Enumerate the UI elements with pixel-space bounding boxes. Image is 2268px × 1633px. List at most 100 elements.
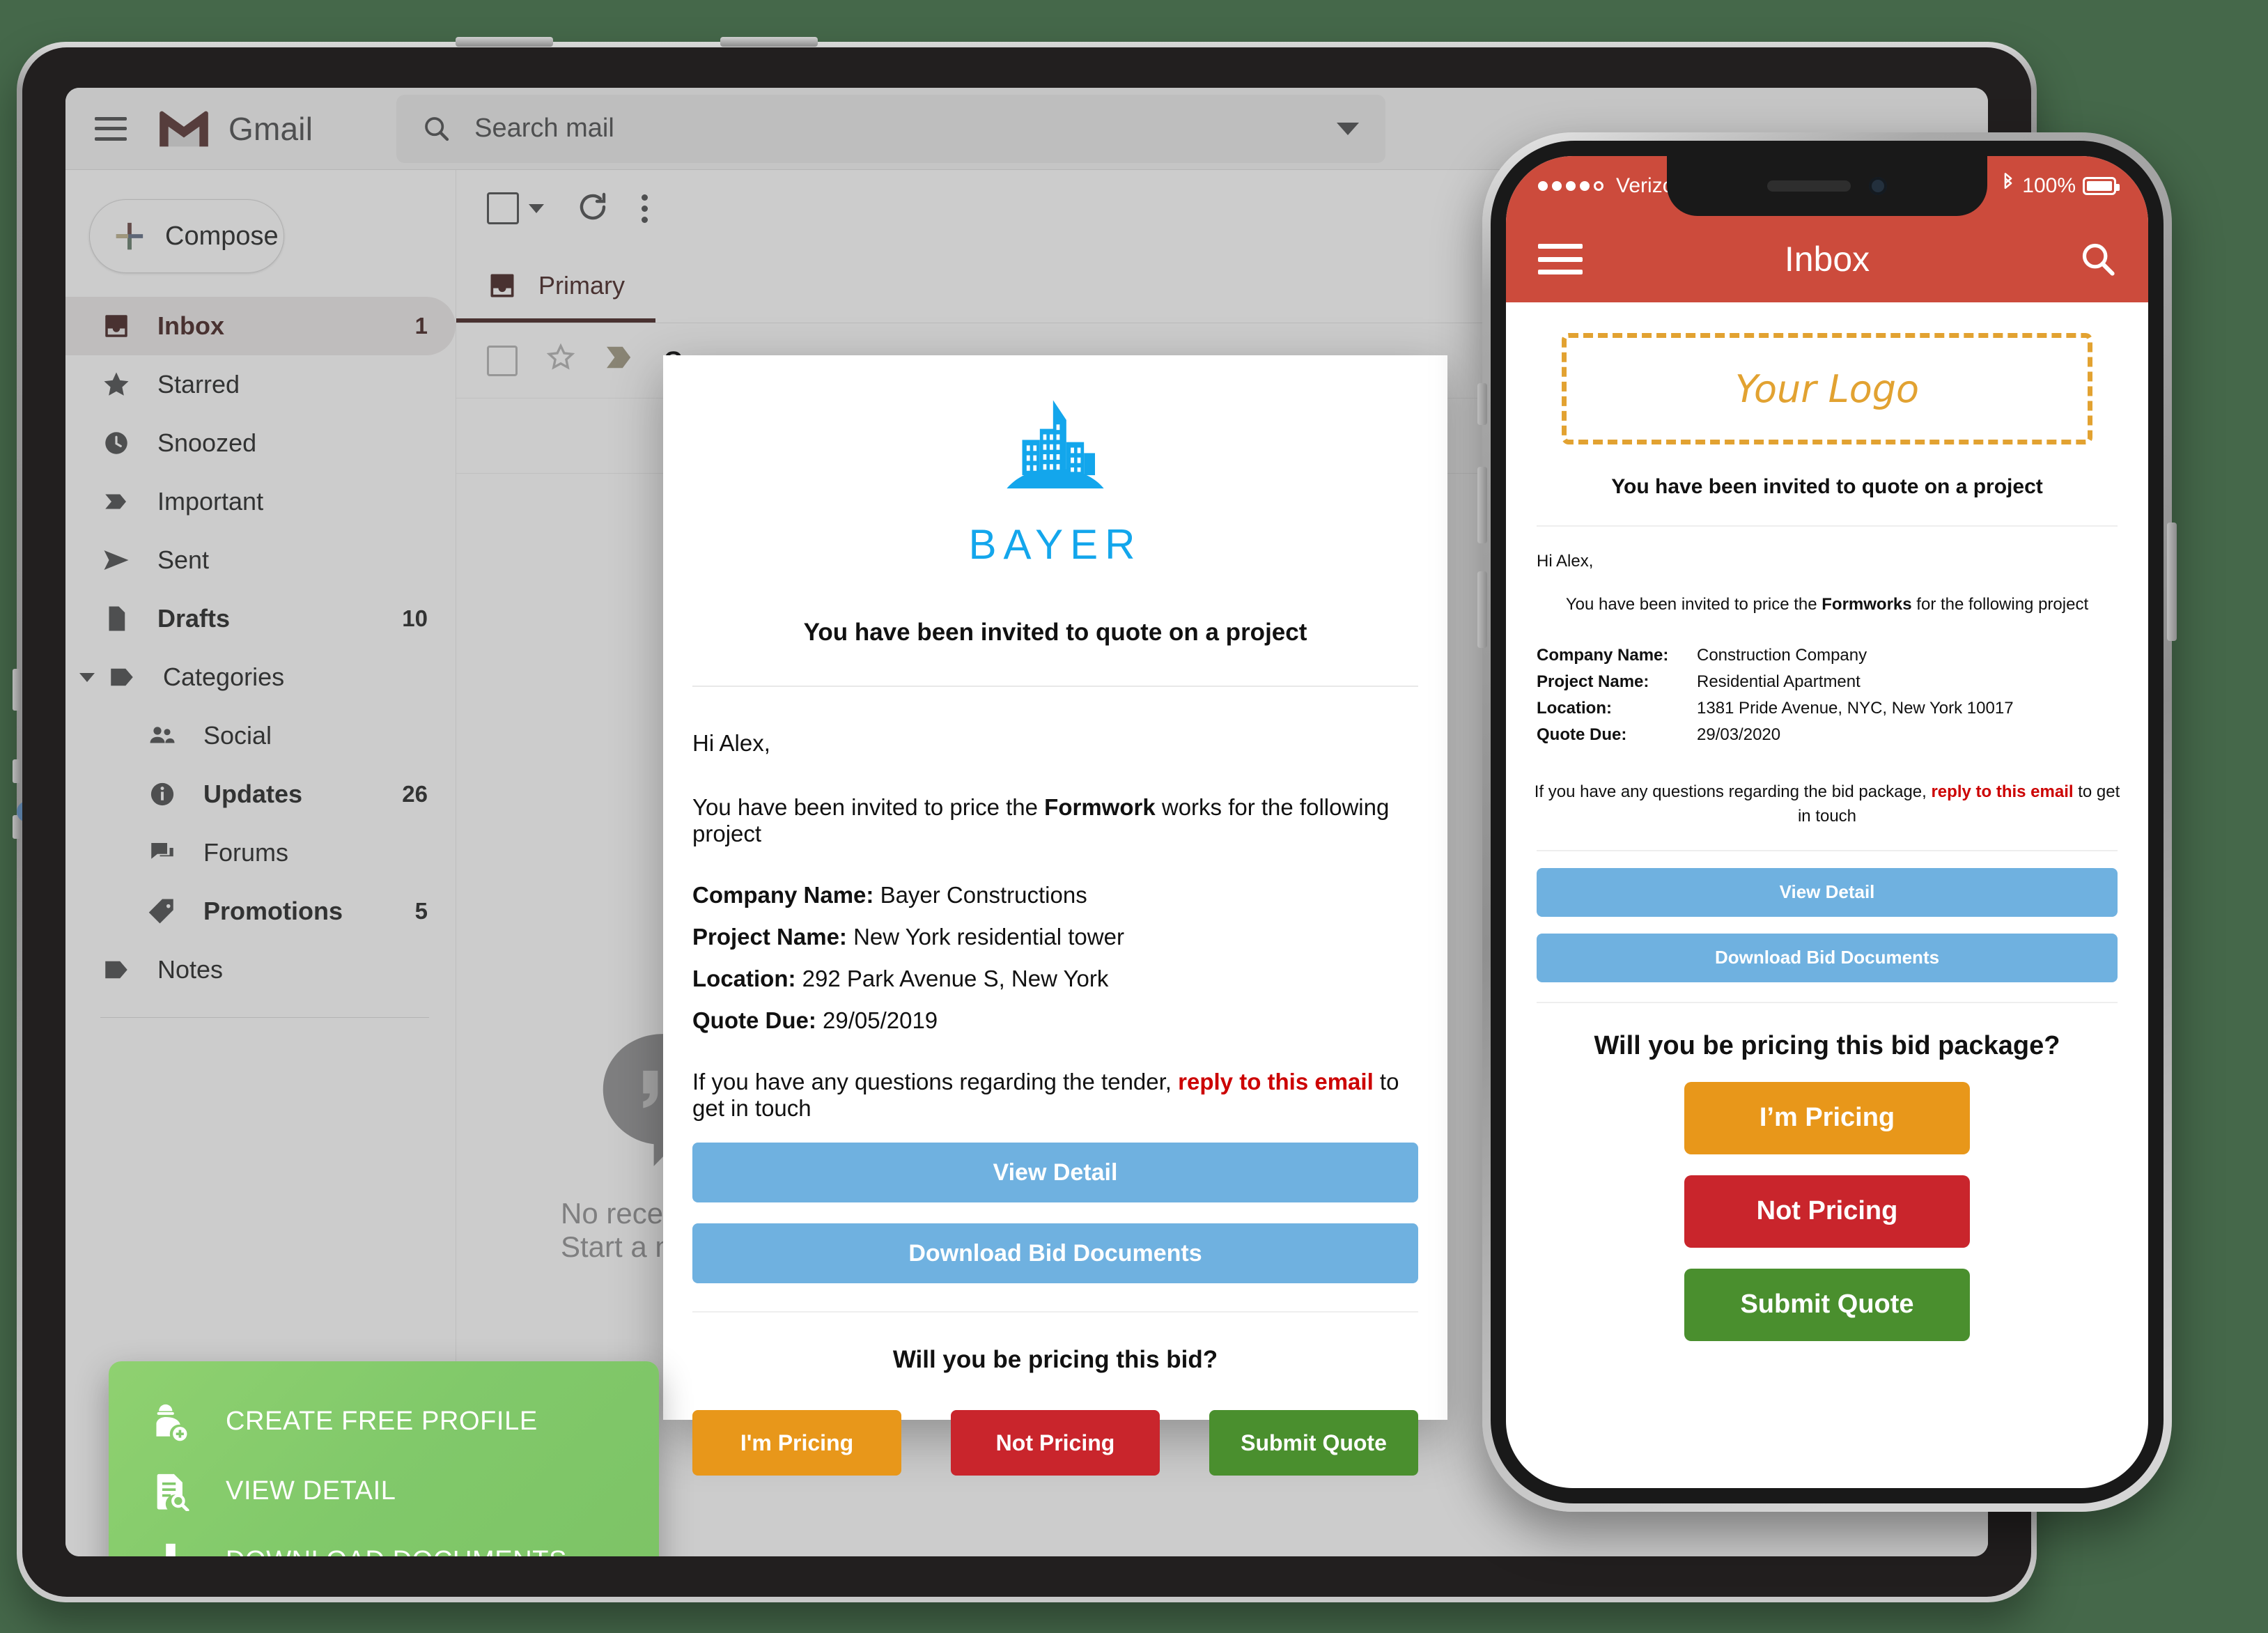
reply-to-email-link[interactable]: reply to this email: [1178, 1069, 1374, 1094]
view-detail-button[interactable]: View Detail: [692, 1143, 1418, 1202]
sidebar-item-forums[interactable]: Forums: [65, 823, 456, 882]
email-preview-card: BAYER You have been invited to quote on …: [663, 355, 1447, 1476]
field-value: Construction Company: [1697, 646, 1867, 665]
sidebar-item-social[interactable]: Social: [65, 706, 456, 765]
sidebar-item-starred[interactable]: Starred: [65, 355, 456, 414]
im-pricing-button[interactable]: I’m Pricing: [1684, 1081, 1970, 1154]
search-icon[interactable]: [2080, 241, 2116, 277]
sidebar-item-sent[interactable]: Sent: [65, 531, 456, 589]
sidebar-item-drafts[interactable]: Drafts 10: [65, 589, 456, 648]
phone-question-line: If you have any questions regarding the …: [1530, 780, 2125, 829]
sidebar-item-notes[interactable]: Notes: [65, 941, 456, 999]
label-icon: [100, 954, 132, 986]
logo-placeholder-label: Your Logo: [1734, 366, 1920, 411]
document-icon: [100, 603, 132, 635]
tablet-hardware-button-2[interactable]: [720, 37, 818, 47]
view-detail-button[interactable]: View Detail: [1537, 867, 2118, 917]
question-prefix: If you have any questions regarding the …: [1534, 782, 1932, 801]
refresh-icon[interactable]: [576, 190, 609, 227]
phone-pricing-question: Will you be pricing this bid package?: [1594, 1030, 2060, 1060]
gmail-m-icon: [157, 109, 210, 149]
im-pricing-button[interactable]: I'm Pricing: [692, 1410, 901, 1476]
field-company-name: Company Name: Bayer Constructions: [692, 882, 1418, 908]
chevron-down-icon[interactable]: [1337, 122, 1360, 135]
download-bid-documents-button[interactable]: Download Bid Documents: [692, 1223, 1418, 1283]
checkbox-icon[interactable]: [487, 192, 519, 224]
sidebar-item-label: Important: [157, 487, 264, 516]
inbox-icon: [100, 310, 132, 342]
earpiece-speaker-icon: [1767, 180, 1851, 192]
chevron-down-icon[interactable]: [529, 203, 544, 213]
field-value: 1381 Pride Avenue, NYC, New York 10017: [1697, 699, 2014, 718]
gmail-sidebar: Compose Inbox 1 Starred Snoozed Importan…: [65, 170, 456, 1556]
logo-placeholder: Your Logo: [1562, 333, 2092, 444]
phone-volume-up-button[interactable]: [1477, 467, 1487, 543]
sidebar-item-promotions[interactable]: Promotions 5: [65, 882, 456, 941]
bluetooth-icon: [2001, 173, 2015, 199]
not-pricing-button[interactable]: Not Pricing: [1684, 1175, 1970, 1248]
feature-create-free-profile[interactable]: CREATE FREE PROFILE: [149, 1386, 659, 1456]
compose-button[interactable]: Compose: [89, 199, 284, 273]
battery-percent-label: 100%: [2022, 174, 2076, 197]
not-pricing-button[interactable]: Not Pricing: [951, 1410, 1160, 1476]
phone-title: Inbox: [1784, 240, 1870, 279]
field-value: New York residential tower: [853, 924, 1124, 950]
sidebar-item-updates[interactable]: Updates 26: [65, 765, 456, 823]
hamburger-icon[interactable]: [1538, 244, 1583, 274]
label-icon: [106, 661, 138, 693]
field-value: Residential Apartment: [1697, 672, 1861, 691]
reply-to-email-link[interactable]: reply to this email: [1931, 782, 2073, 801]
front-camera-icon: [1869, 177, 1887, 195]
phone-app-bar: Inbox: [1506, 216, 2148, 302]
tag-icon: [146, 895, 178, 927]
chevron-down-icon[interactable]: [79, 672, 95, 682]
search-placeholder: Search mail: [474, 114, 614, 143]
field-key: Location:: [692, 966, 796, 991]
feature-view-detail[interactable]: VIEW DETAIL: [149, 1456, 659, 1526]
download-bid-documents-button[interactable]: Download Bid Documents: [1537, 933, 2118, 982]
phone-mute-switch[interactable]: [1477, 383, 1487, 425]
send-icon: [100, 544, 132, 576]
email-subject: You have been invited to quote on a proj…: [803, 619, 1307, 646]
kebab-menu-icon[interactable]: [642, 194, 648, 223]
email-logo: BAYER: [692, 396, 1418, 568]
feature-download-documents[interactable]: DOWNLOAD DOCUMENTS: [149, 1526, 659, 1556]
email-invite-line: You have been invited to price the Formw…: [692, 794, 1418, 847]
phone-volume-down-button[interactable]: [1477, 571, 1487, 648]
tablet-side-button-1[interactable]: [13, 669, 21, 711]
signal-dots-icon: [1538, 181, 1603, 191]
submit-quote-button[interactable]: Submit Quote: [1684, 1268, 1970, 1341]
field-value: 292 Park Avenue S, New York: [802, 966, 1109, 991]
phone-notch: [1667, 156, 1987, 216]
hamburger-icon[interactable]: [95, 116, 127, 141]
sidebar-item-count: 26: [402, 781, 428, 807]
sidebar-item-label: Starred: [157, 370, 240, 398]
tablet-side-button-2[interactable]: [13, 759, 21, 783]
star-outline-icon[interactable]: [545, 342, 576, 379]
important-marker-icon[interactable]: [604, 344, 636, 377]
tab-primary[interactable]: Primary: [456, 253, 655, 323]
field-quote-due: Quote Due: 29/03/2020: [1537, 722, 2014, 748]
submit-quote-button[interactable]: Submit Quote: [1209, 1410, 1418, 1476]
field-key: Location:: [1537, 699, 1612, 718]
gmail-brand-label: Gmail: [228, 110, 313, 147]
sidebar-item-snoozed[interactable]: Snoozed: [65, 414, 456, 472]
sidebar-item-important[interactable]: Important: [65, 472, 456, 531]
field-location: Location: 1381 Pride Avenue, NYC, New Yo…: [1537, 695, 2014, 722]
sidebar-divider: [100, 1017, 429, 1018]
tablet-hardware-button-1[interactable]: [456, 37, 553, 47]
sidebar-item-categories[interactable]: Categories: [65, 648, 456, 706]
search-input[interactable]: Search mail: [396, 94, 1386, 163]
email-logo-wordmark: BAYER: [968, 521, 1142, 568]
divider: [1537, 1001, 2118, 1003]
field-key: Project Name:: [692, 924, 847, 950]
phone-email-greeting: Hi Alex,: [1537, 552, 1594, 571]
worker-add-icon: [149, 1400, 192, 1443]
sidebar-item-count: 10: [402, 605, 428, 631]
phone-power-button[interactable]: [2167, 523, 2177, 641]
sidebar-item-inbox[interactable]: Inbox 1: [65, 297, 456, 355]
document-search-icon: [149, 1469, 192, 1512]
checkbox-icon[interactable]: [487, 345, 518, 376]
field-key: Quote Due:: [1537, 725, 1627, 744]
gmail-nav-list: Inbox 1 Starred Snoozed Important Sent D…: [65, 297, 456, 1018]
